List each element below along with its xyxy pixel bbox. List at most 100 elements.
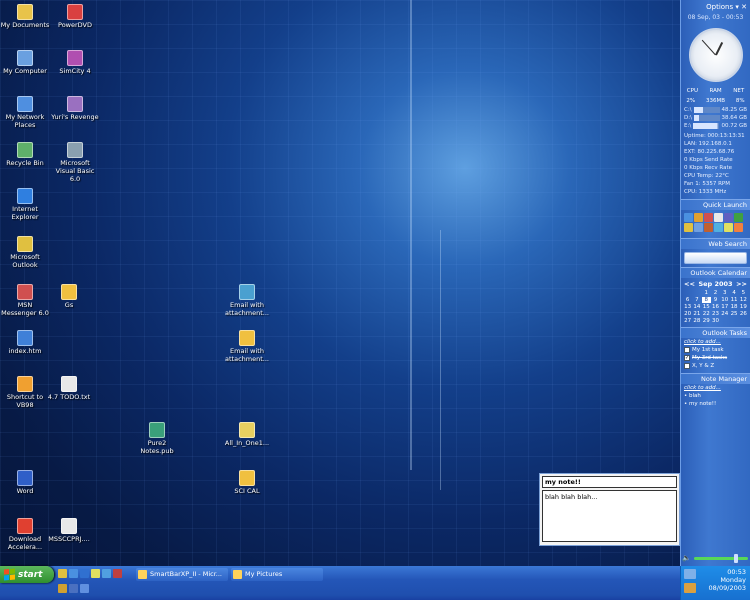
desktop-icon[interactable]: Microsoft Outlook bbox=[0, 236, 50, 270]
task-checkbox[interactable]: ✓ bbox=[684, 355, 690, 361]
calendar-day[interactable]: 16 bbox=[711, 304, 720, 310]
calendar-next-button[interactable]: >> bbox=[736, 280, 747, 288]
chevron-down-icon[interactable]: ▾ bbox=[735, 3, 739, 11]
add-note-link[interactable]: click to add... bbox=[681, 384, 750, 392]
desktop-icon[interactable]: Shortcut to VB98 bbox=[0, 376, 50, 410]
web-search-input[interactable] bbox=[684, 252, 747, 264]
close-icon[interactable]: ✕ bbox=[741, 3, 747, 11]
network-icon[interactable] bbox=[684, 569, 696, 579]
calendar-day[interactable]: 17 bbox=[720, 304, 729, 310]
desktop-icon[interactable]: Microsoft Visual Basic 6.0 bbox=[50, 142, 100, 183]
calendar-day[interactable]: 3 bbox=[720, 290, 729, 296]
note-title-field[interactable]: my note!! bbox=[542, 476, 677, 488]
tool-icon[interactable] bbox=[704, 223, 713, 232]
desktop-icon[interactable]: Download Accelera... bbox=[0, 518, 50, 552]
note-item[interactable]: • blah bbox=[681, 392, 750, 400]
task-item[interactable]: X, Y & Z bbox=[681, 362, 750, 370]
calendar-day[interactable]: 6 bbox=[683, 297, 692, 303]
desktop-icon[interactable]: All_In_One1... bbox=[222, 422, 272, 448]
tray-app-icon[interactable] bbox=[684, 583, 696, 593]
network-icon[interactable] bbox=[694, 223, 703, 232]
outlook-icon[interactable] bbox=[684, 223, 693, 232]
calendar-day[interactable]: 27 bbox=[683, 318, 692, 324]
notepad-icon[interactable] bbox=[714, 213, 723, 222]
folder-icon[interactable] bbox=[58, 584, 67, 593]
task-checkbox[interactable] bbox=[684, 363, 690, 369]
calendar-day[interactable]: 8 bbox=[701, 297, 711, 303]
calendar-day[interactable]: 24 bbox=[720, 311, 729, 317]
calendar-day[interactable]: 15 bbox=[702, 304, 711, 310]
taskbar-window-mypictures[interactable]: My Pictures bbox=[231, 568, 323, 581]
task-item[interactable]: My 1st task bbox=[681, 346, 750, 354]
desktop-icon[interactable]: My Network Places bbox=[0, 96, 50, 130]
calendar-day[interactable]: 22 bbox=[702, 311, 711, 317]
desktop-icon[interactable]: Email with attachment... bbox=[222, 284, 272, 318]
calendar-day[interactable]: 30 bbox=[711, 318, 720, 324]
calendar-day[interactable]: 18 bbox=[729, 304, 738, 310]
desktop-icon[interactable]: SCI CAL bbox=[222, 470, 272, 496]
messenger-icon[interactable] bbox=[102, 569, 111, 578]
desktop-icon[interactable]: SimCity 4 bbox=[50, 50, 100, 76]
speaker-icon[interactable]: 🔈 bbox=[682, 554, 691, 562]
task-checkbox[interactable] bbox=[684, 347, 690, 353]
options-menu[interactable]: Options ▾ ✕ bbox=[681, 0, 750, 14]
media-icon[interactable] bbox=[704, 213, 713, 222]
desktop-icon[interactable]: Recycle Bin bbox=[0, 142, 50, 168]
folder-icon[interactable] bbox=[694, 213, 703, 222]
explorer-icon[interactable] bbox=[734, 213, 743, 222]
options-label[interactable]: Options bbox=[706, 3, 733, 11]
calendar-day[interactable]: 5 bbox=[739, 290, 748, 296]
desktop-icon[interactable]: 4.7 TODO.txt bbox=[44, 376, 94, 402]
calendar-day[interactable]: 7 bbox=[692, 297, 701, 303]
calendar-day[interactable]: 25 bbox=[729, 311, 738, 317]
calendar-day[interactable]: 26 bbox=[739, 311, 748, 317]
calendar-day[interactable]: 11 bbox=[729, 297, 738, 303]
desktop-icon[interactable]: MSSCCPRJ.... bbox=[44, 518, 94, 544]
desktop-icon[interactable]: Email with attachment... bbox=[222, 330, 272, 364]
app-icon[interactable] bbox=[724, 213, 733, 222]
calendar-day[interactable]: 13 bbox=[683, 304, 692, 310]
calendar-day[interactable]: 28 bbox=[692, 318, 701, 324]
desktop-icon[interactable]: My Documents bbox=[0, 4, 50, 30]
calendar-day[interactable]: 20 bbox=[683, 311, 692, 317]
winamp-icon[interactable] bbox=[91, 569, 100, 578]
start-button[interactable]: start bbox=[0, 566, 54, 583]
calendar-day[interactable]: 12 bbox=[739, 297, 748, 303]
desktop-icon[interactable] bbox=[69, 569, 78, 578]
volume-track[interactable] bbox=[693, 553, 748, 563]
desktop-icon[interactable]: My Computer bbox=[0, 50, 50, 76]
quick-launch-title[interactable]: Quick Launch bbox=[681, 199, 750, 210]
note-item[interactable]: • my note!! bbox=[681, 400, 750, 408]
volume-knob[interactable] bbox=[734, 553, 738, 563]
download-icon[interactable] bbox=[734, 223, 743, 232]
winamp-icon[interactable] bbox=[724, 223, 733, 232]
ie-icon[interactable] bbox=[684, 213, 693, 222]
calendar-day[interactable]: 10 bbox=[720, 297, 729, 303]
desktop-icon[interactable]: Internet Explorer bbox=[0, 188, 50, 222]
calendar-day[interactable]: 29 bbox=[702, 318, 711, 324]
desktop-icon[interactable]: Gs bbox=[44, 284, 94, 310]
desktop-icon[interactable]: PowerDVD bbox=[50, 4, 100, 30]
calendar-day[interactable]: 21 bbox=[692, 311, 701, 317]
taskbar-window-smartbar[interactable]: SmartBarXP_II - Micr... bbox=[136, 568, 228, 581]
desktop-icon[interactable]: Word bbox=[0, 470, 50, 496]
note-window[interactable]: my note!! blah blah blah... bbox=[539, 473, 680, 546]
calendar-day[interactable]: 1 bbox=[702, 290, 711, 296]
desktop-icon[interactable]: MSN Messenger 6.0 bbox=[0, 284, 50, 318]
calendar-day[interactable]: 14 bbox=[692, 304, 701, 310]
task-item[interactable]: ✓ My 3rd tasks bbox=[681, 354, 750, 362]
calendar-day[interactable]: 9 bbox=[711, 297, 720, 303]
explorer-icon[interactable] bbox=[80, 584, 89, 593]
calendar-day[interactable]: 2 bbox=[711, 290, 720, 296]
note-body-field[interactable]: blah blah blah... bbox=[542, 490, 677, 542]
calendar-day[interactable]: 23 bbox=[711, 311, 720, 317]
messenger-icon[interactable] bbox=[714, 223, 723, 232]
calendar-day[interactable]: 4 bbox=[729, 290, 738, 296]
ie-icon[interactable] bbox=[80, 569, 89, 578]
desktop-icon[interactable]: Yuri's Revenge bbox=[50, 96, 100, 122]
app-icon[interactable] bbox=[58, 569, 67, 578]
network-icon[interactable] bbox=[69, 584, 78, 593]
desktop-icon[interactable]: Pure2 Notes.pub bbox=[132, 422, 182, 456]
calendar-day[interactable]: 19 bbox=[739, 304, 748, 310]
volume-slider[interactable]: 🔈 bbox=[682, 552, 748, 564]
